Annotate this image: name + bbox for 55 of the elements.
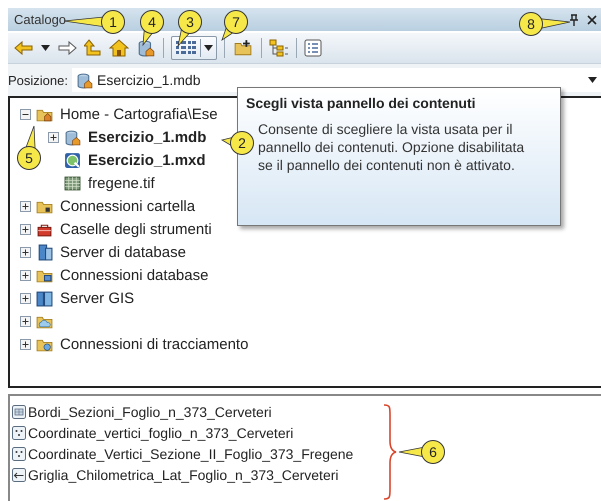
tree-item[interactable]: fregene.tif [88, 175, 155, 192]
caret-icon [204, 45, 213, 51]
expand-toggle[interactable] [20, 293, 31, 304]
tree-item[interactable]: Home - Cartografia\Ese [60, 106, 218, 123]
layer-item[interactable]: Griglia_Chilometrica_Lat_Foglio_n_373_Cerveteri [28, 466, 339, 482]
tree-item[interactable]: Esercizio_1.mdb [88, 129, 206, 146]
dropdown-arrow-icon [588, 77, 597, 83]
point-layer-icon [12, 446, 26, 460]
caret-icon[interactable] [41, 45, 50, 51]
tree-item[interactable]: Connessioni di tracciamento [60, 336, 248, 353]
expand-toggle[interactable] [20, 247, 31, 258]
server-icon [36, 244, 53, 261]
tooltip-title: Scegli vista pannello dei contenuti [246, 95, 476, 111]
back-arrow-icon[interactable] [14, 40, 34, 56]
home-icon[interactable] [109, 39, 129, 57]
expand-toggle[interactable] [20, 224, 31, 235]
raster-icon [64, 175, 81, 192]
expand-toggle[interactable] [20, 201, 31, 212]
tree-item[interactable]: Server di database [60, 244, 186, 261]
forward-arrow-icon[interactable] [57, 40, 77, 56]
grid-view-icon [175, 39, 197, 57]
expand-toggle[interactable] [20, 339, 31, 350]
tree-item[interactable]: Server GIS [60, 290, 134, 307]
expand-toggle[interactable] [20, 270, 31, 281]
tree-item[interactable]: Connessioni database [60, 267, 208, 284]
pin-icon[interactable] [569, 14, 579, 26]
location-label: Posizione: [8, 72, 68, 88]
callout-number: 2 [230, 131, 254, 155]
database-icon [64, 129, 81, 146]
panel-title: Catalogo [14, 12, 66, 27]
layer-item[interactable]: Coordinate_Vertici_Sezione_II_Foglio_373_Fregene [28, 446, 354, 462]
layer-item[interactable]: Bordi_Sezioni_Foglio_n_373_Cerveteri [28, 404, 272, 420]
tooltip-text: Consente di scegliere la vista usata per il pannello dei contenuti. Opzione disabilitata se il pannello dei contenuti non è attivato. [258, 120, 526, 174]
tree-item[interactable]: Caselle degli strumenti [60, 221, 212, 238]
line-layer-icon [12, 468, 26, 482]
tree-item[interactable]: Connessioni cartella [60, 198, 196, 215]
server-icon [36, 290, 53, 307]
polygon-layer-icon [12, 404, 26, 418]
database-icon [76, 72, 93, 88]
close-icon[interactable] [587, 14, 597, 24]
view-dropdown-button[interactable] [171, 36, 217, 60]
callout-number: 6 [421, 440, 445, 464]
layer-item[interactable]: Coordinate_vertici_foglio_n_373_Cerveteri [28, 424, 294, 440]
expand-toggle[interactable] [20, 316, 31, 327]
callout-number: 5 [17, 146, 41, 170]
point-layer-icon [12, 426, 26, 440]
tree-view-icon[interactable] [269, 39, 289, 57]
up-arrow-icon[interactable] [84, 39, 102, 57]
database-home-icon[interactable] [136, 39, 156, 57]
map-document-icon [64, 152, 81, 169]
list-view-icon[interactable] [304, 39, 322, 57]
expand-toggle[interactable] [48, 132, 59, 143]
add-folder-icon[interactable] [232, 39, 254, 57]
collapse-toggle[interactable] [20, 109, 31, 120]
tree-item[interactable]: Esercizio_1.mxd [88, 152, 206, 169]
